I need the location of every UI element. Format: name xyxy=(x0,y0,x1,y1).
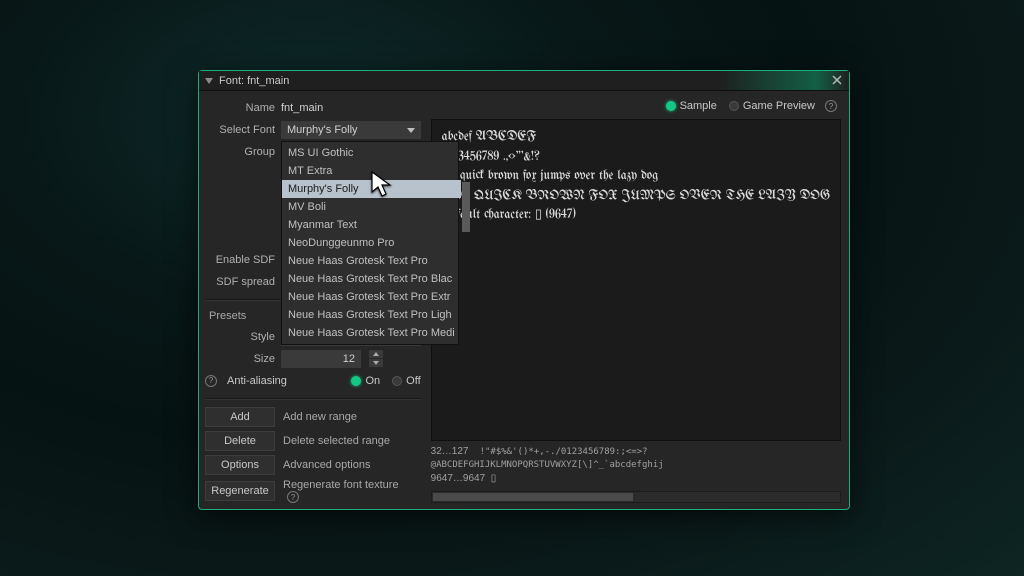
font-editor-window: Font: fnt_main Name fnt_main Select Font… xyxy=(198,70,850,510)
aa-on-radio[interactable]: On xyxy=(351,375,380,387)
size-input[interactable]: 12 xyxy=(281,350,361,368)
size-row: Size 12 xyxy=(205,350,421,368)
regen-row: Regenerate Regenerate font texture ? xyxy=(205,479,421,504)
regenerate-button[interactable]: Regenerate xyxy=(205,481,275,501)
help-icon[interactable]: ? xyxy=(287,491,299,503)
radio-dot-on-icon xyxy=(351,376,361,386)
preview-line: Default character: ▯ (9647) xyxy=(442,206,830,226)
preview-h-scrollbar[interactable] xyxy=(431,491,841,503)
preview-panel: Sample Game Preview ? abcdef ABCDEF01234… xyxy=(427,91,849,509)
select-font-combo[interactable]: Murphy's Folly xyxy=(281,121,421,139)
font-option[interactable]: Neue Haas Grotesk Text Pro Medi xyxy=(282,324,461,342)
radio-dot-on-icon xyxy=(666,101,676,111)
options-row: Options Advanced options xyxy=(205,455,421,475)
select-font-label: Select Font xyxy=(205,124,275,136)
font-option[interactable]: NeoDunggeunmo Pro xyxy=(282,234,461,252)
aa-row: ? Anti-aliasing On Off xyxy=(205,372,421,390)
add-button[interactable]: Add xyxy=(205,407,275,427)
font-option[interactable]: Neue Haas Grotesk Text Pro Extr xyxy=(282,288,461,306)
scrollbar-thumb[interactable] xyxy=(462,182,470,232)
name-value[interactable]: fnt_main xyxy=(281,102,421,114)
preview-line: the quick brown fox jumps over the lazy … xyxy=(442,167,830,187)
preview-tabs: Sample Game Preview ? xyxy=(431,97,841,115)
window-title: Font: fnt_main xyxy=(219,75,289,87)
chevron-down-icon xyxy=(407,128,415,133)
game-preview-tab[interactable]: Game Preview xyxy=(729,100,815,112)
font-option[interactable]: Neue Haas Grotesk Text Pro Ligh xyxy=(282,306,461,324)
sdf-spread-label: SDF spread xyxy=(205,276,275,288)
size-value: 12 xyxy=(343,353,355,365)
sample-preview-area: abcdef ABCDEF0123456789 .,<>"'&!?the qui… xyxy=(431,119,841,441)
name-row: Name fnt_main xyxy=(205,99,421,117)
aa-label: Anti-aliasing xyxy=(227,375,339,387)
delete-button[interactable]: Delete xyxy=(205,431,275,451)
size-label: Size xyxy=(205,353,275,365)
range-info: 32…127 !"#$%&'()*+,-./0123456789:;<=>?@A… xyxy=(431,441,841,487)
titlebar[interactable]: Font: fnt_main xyxy=(199,71,849,91)
options-button[interactable]: Options xyxy=(205,455,275,475)
group-label: Group xyxy=(205,146,275,158)
help-icon[interactable]: ? xyxy=(205,375,217,387)
add-row: Add Add new range xyxy=(205,407,421,427)
spinner-down-icon[interactable] xyxy=(369,359,383,367)
size-spinner[interactable] xyxy=(369,350,383,367)
properties-panel: Name fnt_main Select Font Murphy's Folly… xyxy=(199,91,427,509)
preview-line: THE QUICK BROWN FOX JUMPS OVER THE LAZY … xyxy=(442,187,830,207)
select-font-value: Murphy's Folly xyxy=(287,124,358,136)
delete-desc: Delete selected range xyxy=(283,435,421,447)
add-desc: Add new range xyxy=(283,411,421,423)
aa-off-radio[interactable]: Off xyxy=(392,375,420,387)
radio-dot-off-icon xyxy=(729,101,739,111)
font-option[interactable]: Neue Haas Grotesk Text Pro xyxy=(282,252,461,270)
scrollbar-thumb[interactable] xyxy=(433,493,633,501)
font-option[interactable]: MV Boli xyxy=(282,198,461,216)
divider xyxy=(205,398,421,399)
options-desc: Advanced options xyxy=(283,459,421,471)
enable-sdf-label: Enable SDF xyxy=(205,254,275,266)
font-option[interactable]: MS UI Gothic xyxy=(282,144,461,162)
select-font-row: Select Font Murphy's Folly xyxy=(205,121,421,139)
style-label: Style xyxy=(205,331,275,343)
delete-row: Delete Delete selected range xyxy=(205,431,421,451)
preview-line: abcdef ABCDEF xyxy=(442,128,830,148)
font-option[interactable]: Neue Haas Grotesk Text Pro Blac xyxy=(282,270,461,288)
mouse-cursor-icon xyxy=(370,170,394,198)
collapse-icon xyxy=(205,78,213,84)
regen-desc: Regenerate font texture ? xyxy=(283,479,421,504)
font-option[interactable]: Myanmar Text xyxy=(282,216,461,234)
preview-line: 0123456789 .,<>"'&!? xyxy=(442,148,830,168)
window-body: Name fnt_main Select Font Murphy's Folly… xyxy=(199,91,849,509)
radio-dot-off-icon xyxy=(392,376,402,386)
sample-tab[interactable]: Sample xyxy=(666,100,717,112)
spinner-up-icon[interactable] xyxy=(369,350,383,358)
help-icon[interactable]: ? xyxy=(825,100,837,112)
close-icon[interactable] xyxy=(829,73,845,87)
name-label: Name xyxy=(205,102,275,114)
